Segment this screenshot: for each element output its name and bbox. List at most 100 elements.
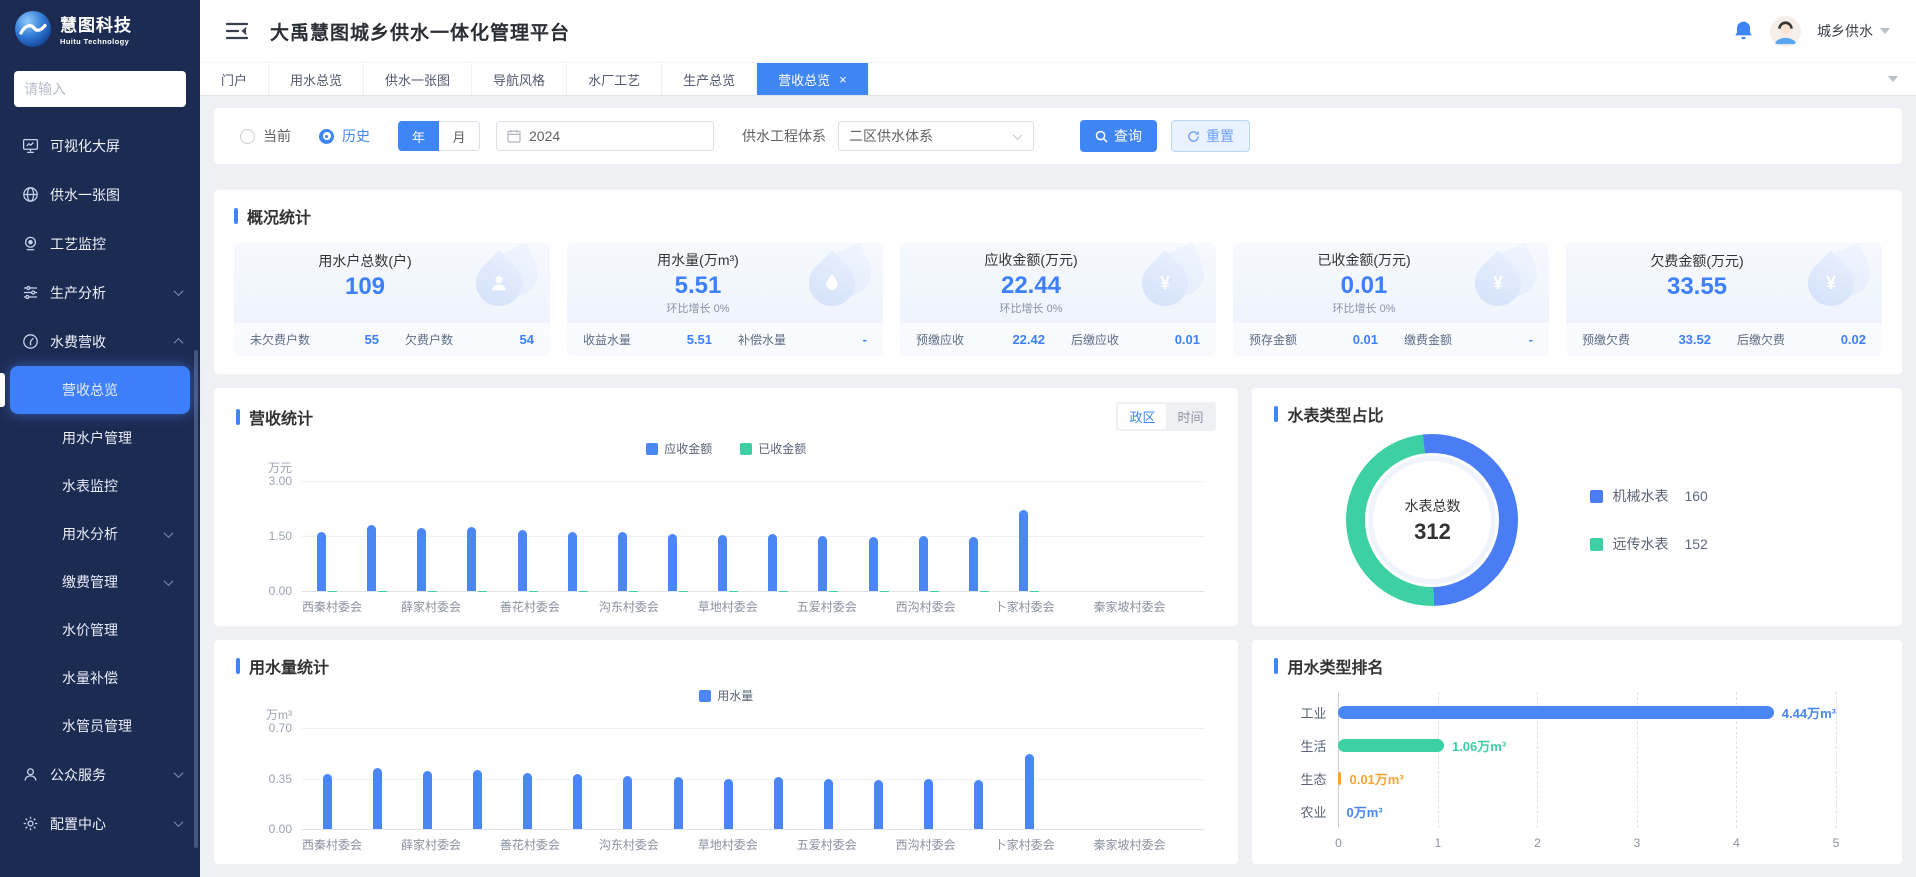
sidebar-subitem-label: 水表监控	[62, 476, 118, 496]
sidebar-subitem-水价管理[interactable]: 水价管理	[10, 606, 190, 654]
logo-text: 慧图科技 Huitu Technology	[60, 17, 132, 46]
legend-label: 应收金额	[664, 440, 712, 457]
tab-label: 供水一张图	[385, 70, 450, 89]
tab-导航风格[interactable]: 导航风格	[472, 63, 567, 95]
bar	[924, 779, 933, 830]
sidebar-subitem-用水分析[interactable]: 用水分析	[10, 510, 190, 558]
legend-item-用水量[interactable]: 用水量	[699, 687, 753, 704]
ranking-row-工业: 工业4.44万m³	[1338, 705, 1836, 721]
close-icon[interactable]: ×	[839, 73, 847, 86]
donut-center-value: 312	[1414, 519, 1451, 545]
sidebar-search-input[interactable]	[14, 71, 186, 107]
x-axis-label	[659, 836, 698, 852]
search-button-label: 查询	[1114, 126, 1142, 146]
sidebar-subitem-营收总览[interactable]: 营收总览	[10, 366, 190, 414]
sidebar-item-工艺监控[interactable]: 工艺监控	[0, 219, 200, 268]
reset-button[interactable]: 重置	[1171, 120, 1250, 152]
stat-card-footer: 预缴欠费33.52后缴欠费0.02	[1566, 323, 1882, 356]
radio-current[interactable]: 当前	[240, 126, 291, 146]
x-axis-label	[758, 836, 797, 852]
stat-card-main: 用水量(万m³)5.51环比增长 0%	[567, 243, 883, 323]
bar-slot	[653, 728, 703, 829]
sidebar-item-可视化大屏[interactable]: 可视化大屏	[0, 121, 200, 170]
stat-card-main: 已收金额(万元)0.01环比增长 0%¥	[1233, 243, 1549, 323]
sidebar-item-供水一张图[interactable]: 供水一张图	[0, 170, 200, 219]
legend-label: 机械水表	[1612, 486, 1668, 506]
sidebar-item-水费营收[interactable]: 水费营收	[0, 317, 200, 366]
sidebar-item-配置中心[interactable]: 配置中心	[0, 799, 200, 848]
water-usage-plot: 万m³ 0.700.350.00	[302, 728, 1204, 830]
bar-slot	[452, 481, 502, 591]
page-content: 当前 历史 年 月 2024	[200, 96, 1916, 877]
sidebar: 慧图科技 Huitu Technology 可视化大屏供水一张图工艺监控生产分析…	[0, 0, 200, 877]
period-month-button[interactable]: 月	[439, 121, 480, 151]
tab-门户[interactable]: 门户	[200, 63, 269, 95]
tab-用水总览[interactable]: 用水总览	[269, 63, 364, 95]
x-axis-label: 西秦村委会	[302, 598, 362, 614]
donut-legend-item-机械水表[interactable]: 机械水表160	[1590, 486, 1707, 506]
stat-label: 已收金额(万元)	[1259, 250, 1469, 270]
period-year-button[interactable]: 年	[398, 121, 439, 151]
ranking-rows: 工业4.44万m³生活1.06万m³生态0.01万m³农业0万m³	[1338, 696, 1836, 828]
system-select[interactable]: 二区供水体系	[838, 121, 1034, 151]
section-title-bar	[236, 658, 240, 674]
revenue-chart: 万元 3.001.500.00 西秦村委会薛家村委会善花村委会沟东村委会草地村委…	[302, 481, 1204, 614]
water-usage-title: 用水量统计	[236, 654, 329, 678]
grid-line	[1836, 692, 1837, 828]
tab-生产总览[interactable]: 生产总览	[662, 63, 757, 95]
radio-history[interactable]: 历史	[319, 126, 370, 146]
year-picker-input[interactable]: 2024	[496, 121, 714, 151]
usage-ranking-card: 用水类型排名 012345工业4.44万m³生活1.06万m³生态0.01万m³…	[1252, 640, 1902, 864]
tab-供水一张图[interactable]: 供水一张图	[364, 63, 472, 95]
sidebar-subitem-水管员管理[interactable]: 水管员管理	[10, 702, 190, 750]
bar-slot	[1004, 481, 1054, 591]
tabbar-collapse-icon[interactable]	[1870, 63, 1916, 95]
yuan-icon: ¥	[1483, 269, 1513, 297]
avatar[interactable]	[1770, 16, 1801, 47]
toggle-时间[interactable]: 时间	[1166, 404, 1214, 429]
category-label: 农业	[1300, 802, 1326, 821]
top-header: 大禹慧图城乡供水一体化管理平台	[200, 0, 1916, 62]
bar-slot	[753, 481, 803, 591]
x-axis-label	[1055, 598, 1094, 614]
yuan-droplet-icon: ¥	[1469, 250, 1539, 316]
bar-slot	[1154, 481, 1204, 591]
donut-chart: 水表总数 312	[1346, 434, 1518, 606]
search-button[interactable]: 查询	[1080, 120, 1157, 152]
user-menu[interactable]: 城乡供水	[1817, 21, 1890, 41]
legend-item-已收金额[interactable]: 已收金额	[740, 440, 806, 457]
bar-slot	[854, 481, 904, 591]
collapse-menu-icon[interactable]	[226, 22, 248, 40]
bar	[974, 780, 983, 829]
sidebar-item-生产分析[interactable]: 生产分析	[0, 268, 200, 317]
stat-label: 用水户总数(户)	[260, 251, 470, 271]
sidebar-subitem-水量补偿[interactable]: 水量补偿	[10, 654, 190, 702]
chevron-down-icon	[164, 576, 174, 586]
header-right: 城乡供水	[1733, 16, 1890, 47]
stat-card-text: 用水户总数(户)109	[234, 251, 470, 315]
sidebar-item-公众服务[interactable]: 公众服务	[0, 750, 200, 799]
donut-legend-item-远传水表[interactable]: 远传水表152	[1590, 534, 1707, 554]
x-axis-label	[560, 836, 599, 852]
x-axis-label: 秦家坡村委会	[1094, 598, 1166, 614]
sidebar-subitem-缴费管理[interactable]: 缴费管理	[10, 558, 190, 606]
x-axis-label: 草地村委会	[698, 836, 758, 852]
stat-card-main: 用水户总数(户)109	[234, 243, 550, 323]
legend-value: 152	[1684, 536, 1707, 552]
stat-detail: 预存金额0.01	[1249, 331, 1378, 348]
stat-detail-value: 22.42	[1012, 332, 1045, 347]
legend-item-应收金额[interactable]: 应收金额	[646, 440, 712, 457]
yuan-droplet-icon: ¥	[1136, 250, 1206, 316]
bar-slot	[402, 728, 452, 829]
sidebar-subitem-水表监控[interactable]: 水表监控	[10, 462, 190, 510]
tab-水厂工艺[interactable]: 水厂工艺	[567, 63, 662, 95]
stat-detail-label: 欠费户数	[405, 331, 453, 348]
notifications-bell-icon[interactable]	[1733, 20, 1754, 42]
tab-营收总览[interactable]: 营收总览×	[757, 63, 869, 95]
toggle-政区[interactable]: 政区	[1118, 404, 1166, 429]
sidebar-subitem-用水户管理[interactable]: 用水户管理	[10, 414, 190, 462]
stat-detail-value: 0.02	[1841, 332, 1866, 347]
usage-ranking-header: 用水类型排名	[1274, 654, 1880, 678]
ranking-row-生活: 生活1.06万m³	[1338, 738, 1836, 754]
bar	[818, 536, 827, 591]
